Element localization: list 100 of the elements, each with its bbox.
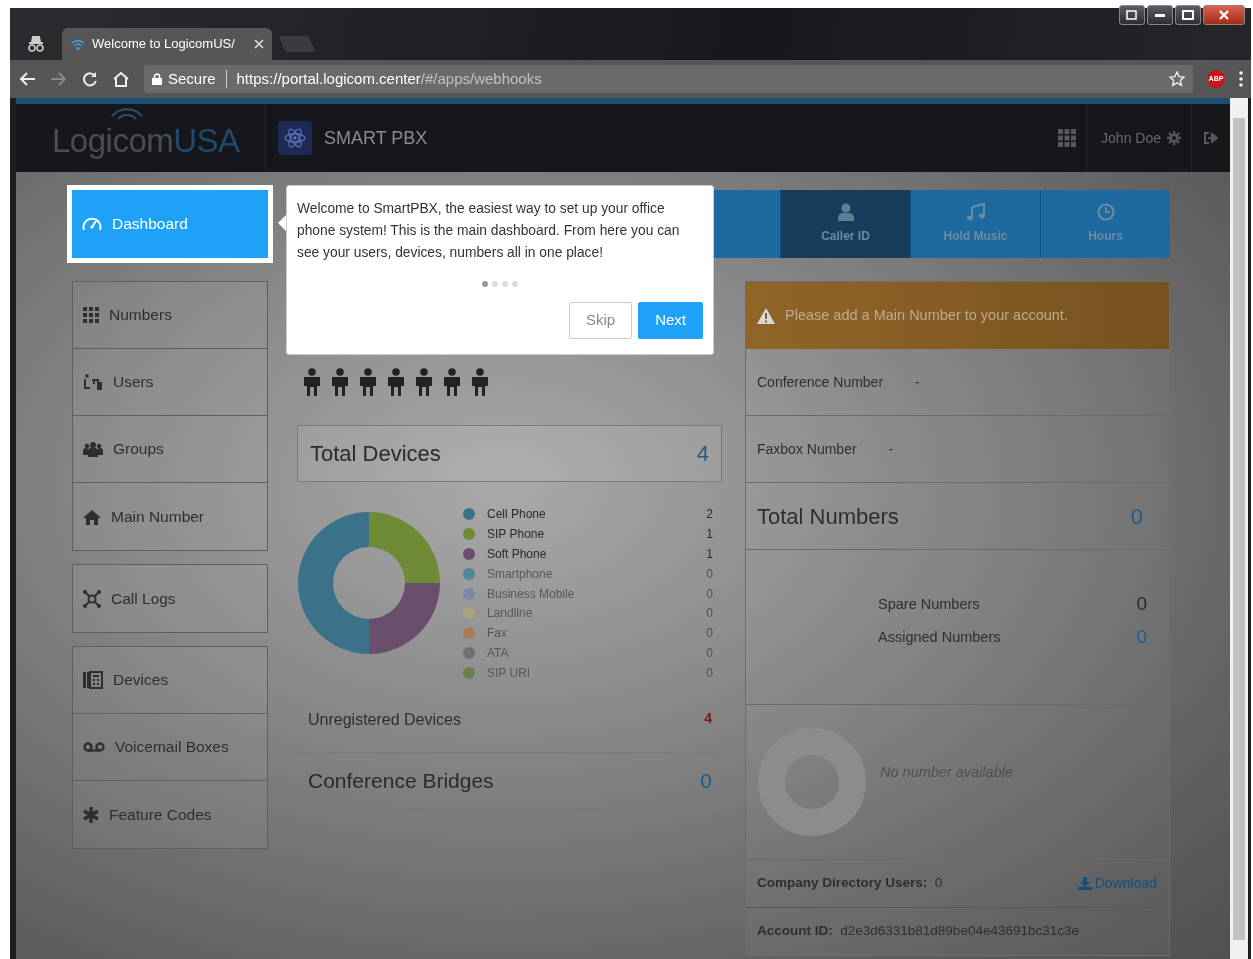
user-figure-icon [414,368,434,396]
legend-label: Soft Phone [487,545,547,563]
maximize-icon [1182,10,1194,20]
sidebar-item[interactable]: Users [73,349,267,416]
new-tab-button[interactable] [278,36,316,52]
directory-users-text: Company Directory Users: 0 [757,874,943,893]
legend-label: SIP Phone [487,525,545,543]
person-icon [837,203,854,221]
step-dot[interactable] [512,281,518,287]
legend-value: 1 [706,545,713,563]
group-icon [83,441,103,457]
browser-tab[interactable]: Welcome to LogicomUS/ [62,28,272,60]
conference-bridges-label: Conference Bridges [308,768,494,795]
user-figure-icon [330,368,350,396]
sidebar-item[interactable]: Numbers [73,282,267,349]
breakdown-value: 0 [1136,592,1147,617]
step-dot[interactable] [482,281,488,287]
sidebar-item[interactable]: Feature Codes [73,781,267,848]
legend-value: 0 [706,645,713,663]
minimize-icon [1155,13,1165,17]
reload-icon[interactable] [82,71,98,87]
clock-icon [1096,203,1115,221]
logout-icon[interactable] [1204,132,1218,144]
star-icon[interactable] [1169,71,1185,87]
apps-grid-icon[interactable] [1058,129,1077,147]
back-icon[interactable] [18,71,36,87]
sidebar-item[interactable]: Main Number [73,483,267,550]
legend-value: 1 [706,525,713,543]
address-bar[interactable]: Secure https://portal.logicom.center/#/apps/webhooks [144,65,1193,93]
legend-label: SIP URI [487,665,531,683]
skip-button[interactable]: Skip [568,302,633,339]
total-numbers-count: 0 [1130,502,1143,531]
shortcut-tile[interactable]: Caller ID [780,190,910,258]
tour-text: Welcome to SmartPBX, the easiest way to set up your office phone system! This is the main dashboard. From here you can see your users, devices, numbers all in one place! [297,200,681,262]
incognito-icon [26,36,46,52]
legend-value: 0 [706,605,713,623]
voicemail-icon [83,742,105,752]
restore-button[interactable] [1119,5,1145,25]
sidebar-item[interactable]: Voicemail Boxes [73,714,267,781]
keypad-icon [83,307,99,323]
field-label: Conference Number [757,372,884,392]
network-icon [83,589,101,608]
legend-value: 2 [706,505,713,523]
forward-icon[interactable] [50,71,68,87]
minimize-button[interactable] [1147,5,1173,25]
restore-icon [1126,10,1138,20]
music-note-icon [966,203,985,221]
close-icon [1219,10,1229,20]
step-dot[interactable] [492,281,498,287]
legend-label: Business Mobile [487,585,575,603]
user-name[interactable]: John Doe [1101,127,1161,149]
settings-icon[interactable] [1167,131,1181,145]
field-value: - [915,372,920,392]
lock-icon [152,73,162,85]
total-devices-count: 4 [696,440,709,468]
legend-value: 0 [706,565,713,583]
user-figure-icon [358,368,378,396]
alert-text: Please add a Main Number to your account. [785,305,1068,325]
user-figure-icon [442,368,462,396]
more-icon[interactable] [1239,71,1243,87]
sidebar-item[interactable]: Groups [73,416,267,483]
home-icon[interactable] [112,71,130,87]
unregistered-devices-count: 4 [704,709,712,728]
user-figure-icon [470,368,490,396]
next-button[interactable]: Next [638,302,703,339]
sidebar-item[interactable]: Devices [73,647,267,714]
scrollbar[interactable] [1230,98,1248,959]
user-figure-icon [386,368,406,396]
user-figure-icon [302,368,322,396]
breakdown-value: 0 [1136,625,1147,650]
close-icon[interactable] [254,39,264,49]
legend-label: Cell Phone [487,505,546,523]
secure-label: Secure [168,68,216,89]
unregistered-devices-label: Unregistered Devices [308,710,461,730]
breakdown-label: Spare Numbers [878,594,980,614]
legend-value: 0 [706,585,713,603]
asterisk-icon [83,806,99,823]
home-icon [83,508,101,525]
legend-label: ATA [487,645,509,663]
download-icon [1077,877,1092,890]
step-dot[interactable] [502,281,508,287]
dashboard-icon [82,215,102,233]
legend-value: 0 [706,625,713,643]
logo: LogicomUSA [52,110,265,166]
legend-label: Fax [487,625,507,643]
sidebar-item[interactable]: Call Logs [73,565,267,632]
field-value: - [888,439,894,459]
field-label: Faxbox Number [757,439,857,459]
app-name: SMART PBX [324,126,429,150]
breakdown-label: Assigned Numbers [878,627,1001,647]
url-text: https://portal.logicom.center/#/apps/webhooks [236,68,543,89]
close-button[interactable] [1203,5,1245,25]
legend-value: 0 [706,665,713,683]
legend-label: Landline [487,605,533,623]
maximize-button[interactable] [1175,5,1201,25]
wifi-icon [70,37,86,51]
scrollbar-thumb[interactable] [1233,118,1245,940]
conference-bridges-count: 0 [700,768,712,795]
desk-phone-icon [83,671,103,689]
tab-title: Welcome to LogicomUS/ [92,35,236,54]
